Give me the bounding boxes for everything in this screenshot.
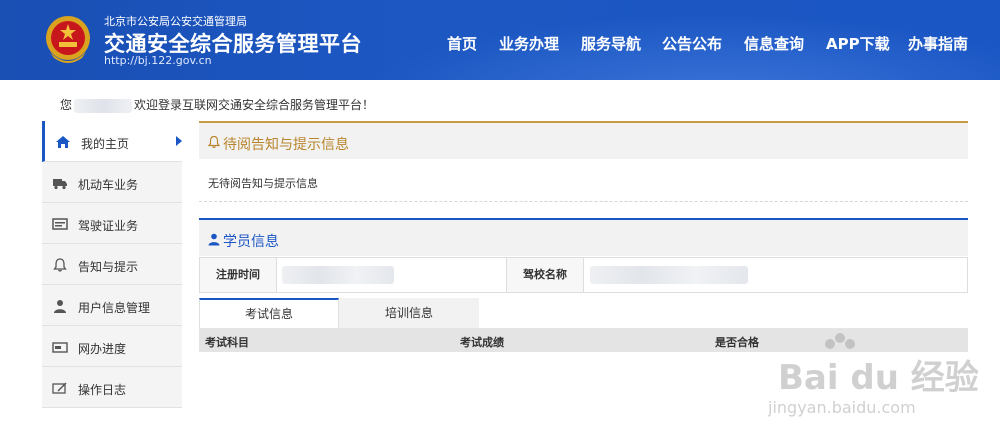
header-glow: [300, 0, 1000, 80]
info-tabs: 考试信息 培训信息: [199, 298, 479, 328]
welcome-bar: 您 欢迎登录互联网交通安全综合服务管理平台！: [60, 96, 374, 113]
sidebar-item-log[interactable]: 操作日志: [42, 367, 182, 408]
site-header: 北京市公安局公安交通管理局 交通安全综合服务管理平台 http://bj.122…: [0, 0, 1000, 80]
notice-panel-header: 待阅告知与提示信息: [199, 121, 968, 159]
school-name-value-redacted: [590, 266, 748, 284]
student-info-table: 注册时间 驾校名称: [199, 257, 968, 293]
welcome-message: 欢迎登录互联网交通安全综合服务管理平台！: [134, 98, 375, 112]
baidu-watermark: Bai du 经验 jingyan.baidu.com: [760, 330, 980, 422]
sidebar: 我的主页 机动车业务 驾驶证业务 告知与提示 用户信息管理 网办进度 操作日志: [42, 121, 182, 408]
sidebar-item-label: 驾驶证业务: [78, 219, 139, 233]
sidebar-item-notices[interactable]: 告知与提示: [42, 244, 182, 285]
student-panel-header: 学员信息: [199, 218, 968, 256]
sidebar-item-user-info[interactable]: 用户信息管理: [42, 285, 182, 326]
sidebar-item-home[interactable]: 我的主页: [42, 121, 182, 162]
watermark-brand: Bai du 经验: [778, 358, 979, 398]
license-card-icon: [52, 218, 68, 230]
home-icon: [56, 136, 70, 148]
col-passed: 是否合格: [715, 336, 759, 349]
tab-training-info[interactable]: 培训信息: [339, 298, 479, 328]
sidebar-item-vehicle[interactable]: 机动车业务: [42, 162, 182, 203]
tab-exam-info[interactable]: 考试信息: [199, 298, 339, 328]
user-icon: [54, 300, 66, 313]
police-emblem-icon: [46, 16, 90, 63]
cell-divider: [276, 258, 277, 292]
username-redacted: [74, 98, 133, 113]
school-name-label: 驾校名称: [507, 258, 583, 292]
nav-guide[interactable]: 办事指南: [908, 33, 968, 54]
sidebar-item-label: 用户信息管理: [78, 301, 151, 315]
sidebar-item-label: 操作日志: [78, 383, 127, 397]
watermark-url: jingyan.baidu.com: [768, 398, 916, 417]
student-panel-title: 学员信息: [223, 234, 279, 250]
nav-app-download[interactable]: APP下载: [826, 33, 890, 54]
sidebar-item-label: 网办进度: [78, 342, 127, 356]
nav-info-query[interactable]: 信息查询: [744, 33, 804, 54]
bell-icon: [207, 135, 221, 149]
sidebar-item-label: 我的主页: [81, 137, 130, 151]
active-arrow-icon: [176, 136, 182, 146]
truck-icon: [53, 179, 67, 190]
nav-announcements[interactable]: 公告公布: [662, 33, 722, 54]
notice-panel-title: 待阅告知与提示信息: [223, 137, 349, 153]
progress-icon: [52, 342, 68, 353]
sidebar-item-progress[interactable]: 网办进度: [42, 326, 182, 367]
user-icon: [208, 233, 220, 246]
sidebar-item-label: 告知与提示: [78, 260, 139, 274]
org-name: 北京市公安局公安交通管理局: [104, 15, 247, 28]
nav-home[interactable]: 首页: [447, 33, 477, 54]
reg-time-value-redacted: [282, 266, 394, 284]
sidebar-item-label: 机动车业务: [78, 178, 139, 192]
sidebar-item-license[interactable]: 驾驶证业务: [42, 203, 182, 244]
welcome-prefix: 您: [60, 98, 73, 112]
notice-divider: [199, 201, 968, 202]
col-exam-score: 考试成绩: [460, 336, 504, 349]
nav-service-guide[interactable]: 服务导航: [581, 33, 641, 54]
site-url: http://bj.122.gov.cn: [104, 54, 212, 67]
cell-divider: [583, 258, 584, 292]
log-icon: [52, 382, 67, 394]
notice-empty-text: 无待阅告知与提示信息: [208, 177, 318, 190]
nav-business[interactable]: 业务办理: [499, 33, 559, 54]
bell-icon: [53, 258, 67, 272]
reg-time-label: 注册时间: [200, 258, 276, 292]
col-exam-subject: 考试科目: [205, 336, 249, 349]
